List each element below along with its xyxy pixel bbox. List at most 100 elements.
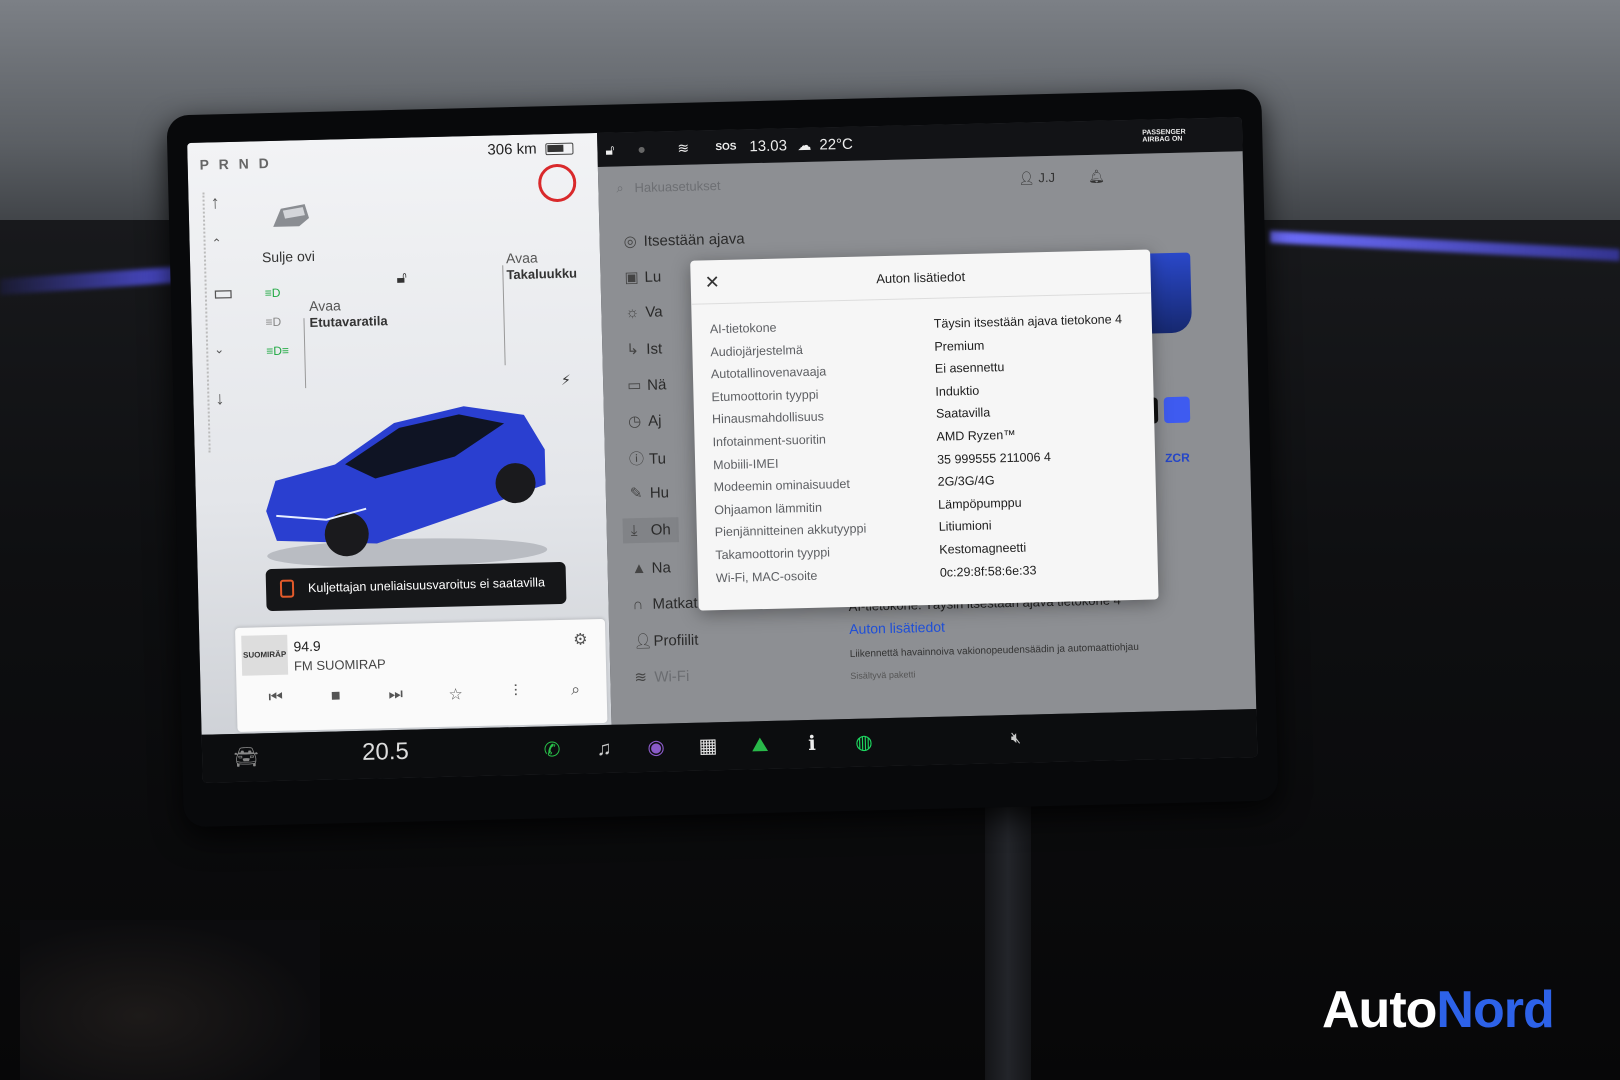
wrench-icon: ✎ — [629, 484, 643, 503]
details-key: Pienjännitteinen akkutyyppi — [714, 521, 867, 540]
reverse-icon[interactable]: ↓ — [215, 388, 225, 409]
brand-part-1: Auto — [1322, 981, 1437, 1039]
knee-shadow — [20, 920, 320, 1080]
chevron-down-icon[interactable]: ⌄ — [214, 342, 224, 356]
details-value: Saatavilla — [935, 405, 991, 422]
star-icon[interactable]: ☆ — [440, 684, 471, 715]
color-swatch-blue[interactable] — [1163, 396, 1191, 424]
details-key: Modeemin ominaisuudet — [713, 477, 851, 495]
nav-navigation[interactable]: ▲ Na — [631, 559, 671, 577]
car-panel: P R N D 306 km ↑ ⌃ ▭ ⌄ ↓ Sulje ovi ≡D ≡D… — [187, 132, 612, 735]
phone-icon[interactable]: ✆ — [538, 736, 567, 765]
nav-label: Hu — [649, 484, 670, 502]
media-settings-icon[interactable]: ⚙︎ — [565, 629, 596, 660]
car-render — [266, 406, 548, 568]
nav-display[interactable]: ▭ Nä — [627, 375, 667, 394]
nav-autopilot[interactable]: ◎ Itsestään ajava — [623, 229, 744, 250]
camera-icon[interactable]: ◉ — [642, 733, 671, 762]
drive-forward-icon[interactable]: ↑ — [210, 192, 220, 213]
download-icon: ⤓ — [630, 522, 638, 540]
door-icon[interactable] — [269, 200, 314, 231]
details-value: Täysin itsestään ajava tietokone 4 — [933, 312, 1123, 331]
modal-title: Auton lisätiedot — [876, 269, 966, 287]
lock-icon[interactable]: 🔓︎ — [605, 142, 614, 159]
music-icon[interactable]: ♫ — [590, 735, 619, 764]
charge-port-icon[interactable]: ⚡︎ — [561, 372, 571, 389]
package-note: Sisältyvä paketti — [850, 669, 916, 681]
nav-wifi[interactable]: ≋ Wi-Fi — [634, 667, 689, 686]
vehicle-details-modal: ✕ Auton lisätiedot AI-tietokone Täysin it… — [690, 249, 1159, 611]
details-key: Etumoottorin tyyppi — [711, 387, 819, 405]
battery-icon — [545, 142, 574, 156]
nav-schedule[interactable]: ◷ Aj — [628, 411, 662, 430]
headlight-icon[interactable]: ≡D — [265, 286, 281, 300]
seat-icon: ↳ — [626, 341, 640, 359]
gear-selector[interactable]: ↑ ⌃ ▭ ⌄ ↓ — [202, 191, 239, 453]
clock: 13.03 — [749, 137, 788, 156]
nav-label: Matkat — [652, 594, 698, 613]
cabin-temperature[interactable]: 20.5 — [362, 738, 409, 767]
close-door-button[interactable]: Sulje ovi — [262, 248, 315, 265]
nav-seats[interactable]: ↳ Ist — [626, 339, 662, 358]
details-key: Mobiili-IMEI — [712, 456, 779, 472]
nav-label: Va — [645, 303, 663, 321]
media-player: SUOMIRÄP 94.9 FM SUOMIRAP ⚙︎ ⏮︎ ■ ⏭︎ ☆ ⫶… — [235, 618, 608, 732]
cloud-icon: ☁︎ — [797, 136, 812, 154]
trunk-label-1[interactable]: Avaa — [506, 249, 538, 266]
details-key: Audiojärjestelmä — [710, 342, 803, 359]
details-key: Infotainment-suoritin — [712, 432, 827, 450]
car-icon[interactable]: 🚘︎ — [232, 743, 261, 772]
nav-trips[interactable]: ∩ Matkat — [632, 595, 697, 614]
bell-icon[interactable]: 🔔︎ — [1088, 169, 1105, 185]
spotify-icon[interactable]: ◍ — [850, 728, 879, 757]
coffee-icon — [279, 579, 295, 598]
user-profile[interactable]: 👤︎ J.J — [1018, 170, 1055, 187]
frunk-label-1[interactable]: Avaa — [309, 297, 341, 314]
details-value: 0c:29:8f:58:6e:33 — [939, 562, 1037, 580]
outside-temperature: 22°C — [819, 135, 854, 154]
nav-service[interactable]: ✎ Hu — [630, 483, 670, 502]
open-frunk-button[interactable]: Etutavaratila — [309, 313, 387, 330]
details-value: Ei asennettu — [934, 360, 1005, 376]
fog-light-icon[interactable]: ≡D≡ — [266, 344, 289, 359]
clock-icon: ◷ — [627, 412, 642, 431]
display-icon: ▭ — [627, 376, 642, 395]
manual-icon[interactable]: ℹ︎ — [798, 730, 827, 759]
autonord-watermark: AutoNord — [1322, 980, 1555, 1040]
nav-locks[interactable]: ▣ Lu — [624, 267, 661, 286]
nav-label: Tu — [648, 450, 667, 468]
details-value: Premium — [934, 338, 985, 354]
radio-station: FM SUOMIRAP — [293, 656, 386, 674]
battery-fill — [547, 144, 564, 153]
lock-icon: ▣ — [624, 268, 639, 287]
vehicle-details-link[interactable]: Auton lisätiedot — [849, 619, 945, 637]
mute-icon[interactable]: 🔇︎ — [1002, 725, 1031, 754]
energy-icon[interactable]: ⛰︎ — [746, 731, 775, 760]
details-value: AMD Ryzen™ — [936, 427, 1016, 444]
open-trunk-button[interactable]: Takaluukku — [506, 266, 577, 283]
wifi-icon: ≋ — [634, 668, 648, 687]
nav-label: Profiilit — [653, 631, 699, 650]
touchscreen: P R N D 306 km ↑ ⌃ ▭ ⌄ ↓ Sulje ovi ≡D ≡D… — [187, 117, 1258, 783]
nav-safety[interactable]: ⓘ Tu — [629, 447, 666, 469]
nav-label: Itsestään ajava — [643, 230, 745, 250]
nav-software[interactable]: ⤓ Oh — [622, 517, 680, 544]
auto-headlight-icon[interactable]: ≡D — [265, 315, 281, 329]
details-key: Wi-Fi, MAC-osoite — [715, 568, 818, 585]
nav-profiles[interactable]: 👤︎Profiilit — [633, 631, 698, 651]
chevron-up-icon[interactable]: ⌃ — [211, 236, 221, 250]
equalizer-icon[interactable]: ⫶ — [500, 683, 531, 714]
stop-icon[interactable]: ■ — [320, 687, 351, 718]
nav-label: Na — [651, 559, 672, 577]
drowsiness-warning-text: Kuljettajan uneliaisuusvaroitus ei saata… — [307, 575, 546, 596]
nav-label: Aj — [647, 412, 662, 430]
zcr-label: ZCR — [1164, 450, 1190, 466]
apps-icon[interactable]: ▦ — [694, 732, 723, 761]
sos-icon[interactable]: SOS — [715, 142, 736, 154]
next-icon[interactable]: ⏭︎ — [380, 686, 411, 717]
prev-icon[interactable]: ⏮︎ — [261, 689, 292, 720]
nav-lights[interactable]: ☼ Va — [625, 303, 663, 321]
search-icon[interactable]: ⌕ — [560, 681, 591, 712]
unlock-icon[interactable]: 🔓︎ — [396, 270, 407, 288]
settings-search[interactable]: ⌕ Hakuasetukset — [616, 178, 720, 197]
